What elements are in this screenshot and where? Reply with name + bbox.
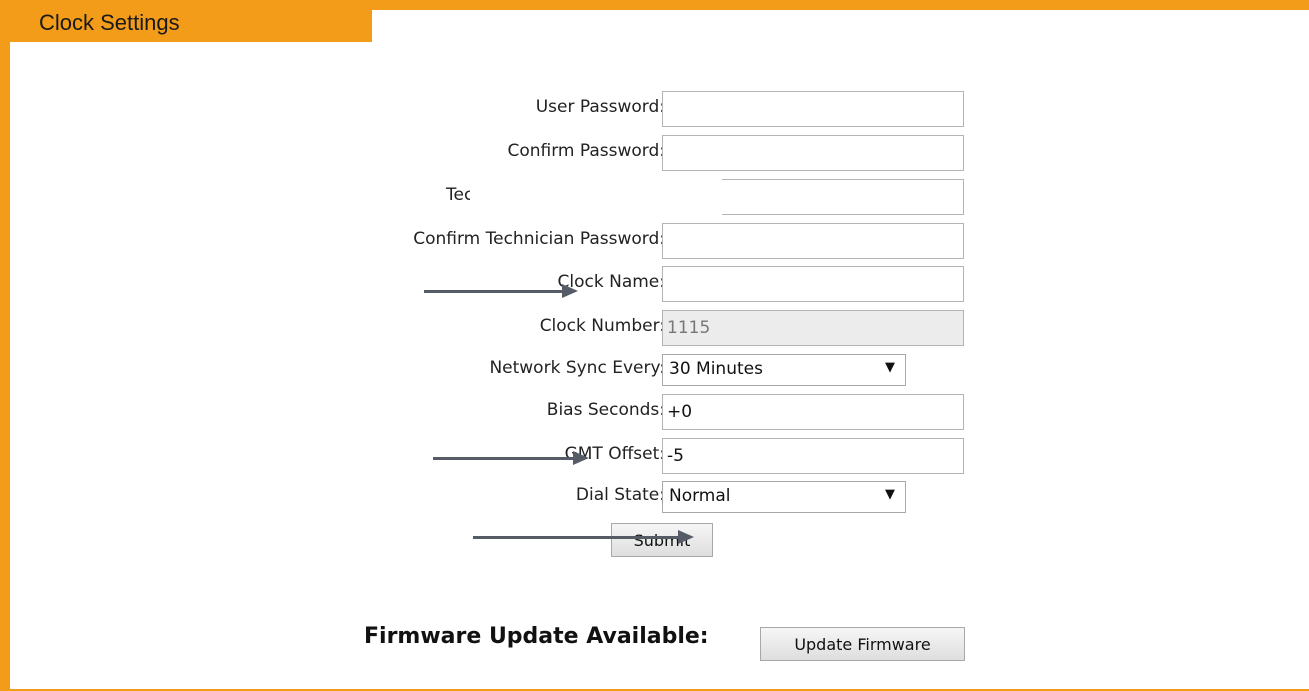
clock-name-input[interactable] xyxy=(662,266,964,302)
annotation-arrow-gmt-offset xyxy=(433,457,575,460)
update-firmware-button[interactable]: Update Firmware xyxy=(760,627,965,661)
redaction-mask xyxy=(470,174,722,216)
confirm-password-input[interactable] xyxy=(662,135,964,171)
gmt-offset-input[interactable] xyxy=(662,438,964,474)
arrow-right-icon xyxy=(678,530,694,544)
bias-seconds-label: Bias Seconds: xyxy=(546,400,665,420)
chevron-down-icon: ▼ xyxy=(885,487,895,502)
dial-state-select[interactable]: Normal ▼ xyxy=(662,481,906,513)
firmware-update-label: Firmware Update Available: xyxy=(364,624,709,649)
confirm-password-label: Confirm Password: xyxy=(507,141,665,161)
panel-title: Clock Settings xyxy=(39,10,180,35)
confirm-technician-password-row: Confirm Technician Password: xyxy=(0,223,1309,259)
submit-button[interactable]: Submit xyxy=(611,523,713,557)
network-sync-label: Network Sync Every: xyxy=(489,358,665,378)
panel-header-tab: Clock Settings xyxy=(0,0,372,42)
clock-name-row: Clock Name: xyxy=(0,266,1309,302)
dial-state-row: Dial State: Normal ▼ xyxy=(0,481,1309,517)
annotation-arrow-submit xyxy=(473,536,680,539)
network-sync-row: Network Sync Every: 30 Minutes ▼ xyxy=(0,354,1309,390)
clock-number-input xyxy=(662,310,964,346)
bias-seconds-input[interactable] xyxy=(662,394,964,430)
user-password-label: User Password: xyxy=(535,97,665,117)
gmt-offset-row: GMT Offset: xyxy=(0,438,1309,474)
chevron-down-icon: ▼ xyxy=(885,360,895,375)
user-password-row: User Password: xyxy=(0,91,1309,127)
network-sync-selected: 30 Minutes xyxy=(669,359,763,379)
dial-state-selected: Normal xyxy=(669,486,731,506)
dial-state-label: Dial State: xyxy=(575,485,665,505)
bias-seconds-row: Bias Seconds: xyxy=(0,394,1309,430)
confirm-technician-password-label: Confirm Technician Password: xyxy=(413,229,665,249)
user-password-input[interactable] xyxy=(662,91,964,127)
arrow-right-icon xyxy=(573,451,589,465)
confirm-password-row: Confirm Password: xyxy=(0,135,1309,171)
clock-number-label: Clock Number: xyxy=(539,316,665,336)
annotation-arrow-clock-name xyxy=(424,290,564,293)
arrow-right-icon xyxy=(562,284,578,298)
network-sync-select[interactable]: 30 Minutes ▼ xyxy=(662,354,906,386)
clock-number-row: Clock Number: xyxy=(0,310,1309,346)
confirm-technician-password-input[interactable] xyxy=(662,223,964,259)
